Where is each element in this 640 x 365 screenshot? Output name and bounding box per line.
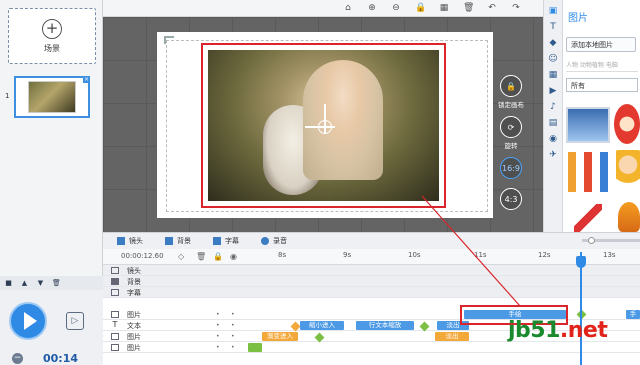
scene-thumbnail-image <box>28 81 76 113</box>
add-local-image-button[interactable]: 添加本地图片 <box>566 37 636 52</box>
home-icon[interactable]: ⌂ <box>343 3 353 13</box>
lock-canvas-button[interactable]: 🔒 <box>500 75 522 97</box>
asset-category-nav: ▣ T ◆ ☺ ▦ ▶ ♪ ▤ ◉ ✈ <box>543 0 562 232</box>
ratio-4-3-button[interactable]: 4:3 <box>500 188 522 210</box>
music-icon[interactable]: ♪ <box>547 102 559 112</box>
scene-toolbar: ■ ▲ ▼ 🗑 <box>0 276 103 290</box>
lock-canvas-label: 锁定画布 <box>498 101 524 109</box>
asset-monitor[interactable] <box>566 107 610 143</box>
background-icon <box>111 278 119 285</box>
close-icon[interactable]: × <box>83 76 90 83</box>
compass-icon[interactable]: ◉ <box>547 134 559 144</box>
subtitle-icon <box>111 289 119 296</box>
microphone-icon <box>261 237 269 245</box>
delete-scene-icon[interactable]: 🗑 <box>52 279 61 288</box>
image-icon <box>111 333 119 340</box>
time-tick: 9s <box>343 251 352 259</box>
add-scene-button[interactable]: + 场景 <box>8 8 96 64</box>
track-row-image[interactable]: 图片 • • <box>103 342 640 353</box>
time-tick: 10s <box>408 251 421 259</box>
scene-thumbnail[interactable]: × <box>14 76 90 118</box>
time-tick: 11s <box>474 251 487 259</box>
clip-line-text-zoom[interactable]: 行文本缩放 <box>356 321 414 330</box>
move-up-icon[interactable]: ▲ <box>20 279 29 288</box>
asset-character[interactable] <box>614 104 640 144</box>
text-icon[interactable]: T <box>547 22 559 32</box>
zoom-out-icon[interactable]: ⊖ <box>391 3 401 13</box>
clip-gradient-in[interactable]: 渐变进入 <box>262 332 298 341</box>
grid-icon[interactable]: ▦ <box>547 70 559 80</box>
play-button[interactable] <box>9 302 47 340</box>
zoom-in-icon[interactable]: ⊕ <box>367 3 377 13</box>
add-scene-label: 场景 <box>44 43 60 53</box>
asset-test-tubes[interactable] <box>568 152 608 192</box>
time-tick: 8s <box>278 251 287 259</box>
asset-cartoon-person[interactable] <box>616 150 640 192</box>
time-row: − 00:14 <box>0 351 103 365</box>
move-down-icon[interactable]: ▼ <box>36 279 45 288</box>
time-tick: 12s <box>538 251 551 259</box>
clip-zoom-in[interactable]: 缩小进入 <box>300 321 344 330</box>
tab-background[interactable]: 背景 <box>165 236 191 246</box>
people-icon[interactable]: ☺ <box>547 54 559 64</box>
timeline-tabs: 镜头 背景 字幕 录音 <box>103 232 640 249</box>
image-icon <box>111 311 119 318</box>
rotate-button[interactable]: ⟳ <box>500 116 522 138</box>
shape-icon[interactable]: ◆ <box>547 38 559 48</box>
playhead[interactable] <box>580 252 582 365</box>
asset-fox[interactable] <box>618 202 640 232</box>
zoom-out-icon[interactable]: − <box>12 352 23 364</box>
filter-select[interactable]: 所有 <box>566 78 638 92</box>
playhead-handle[interactable] <box>576 256 586 268</box>
clip-image-bar[interactable] <box>248 343 262 352</box>
tab-camera[interactable]: 镜头 <box>117 236 143 246</box>
keyframe-icon[interactable]: ◇ <box>178 252 184 261</box>
panel-title: 图片 <box>568 13 588 24</box>
background-icon <box>165 237 173 245</box>
video-icon[interactable]: ▶ <box>547 86 559 96</box>
chart-icon[interactable]: ▤ <box>547 118 559 128</box>
preview-scene-button[interactable]: ▷ <box>66 312 84 330</box>
time-tick: 13s <box>603 251 616 259</box>
rotation-handle[interactable] <box>318 120 332 134</box>
play-icon <box>23 312 37 330</box>
canvas-toolbar: ⌂ ⊕ ⊖ 🔒 ▦ 🗑 ↶ ↷ <box>103 0 543 17</box>
subtitle-icon <box>213 237 221 245</box>
plane-icon[interactable]: ✈ <box>547 150 559 160</box>
tab-record[interactable]: 录音 <box>261 236 287 246</box>
watermark: jb51.net <box>508 318 608 343</box>
search-input[interactable]: 人物 动物植物 电脑 <box>566 60 638 72</box>
clip-hand[interactable]: 手 <box>626 310 640 319</box>
current-time: 00:00:12.60 <box>121 252 164 260</box>
track-row-subtitle[interactable]: 字幕 <box>103 287 640 298</box>
image-icon <box>111 344 119 351</box>
tab-subtitle[interactable]: 字幕 <box>213 236 239 246</box>
redo-icon[interactable]: ↷ <box>511 3 521 13</box>
timeline-zoom-handle[interactable] <box>588 237 595 244</box>
delete-icon[interactable]: 🗑 <box>196 252 206 261</box>
plus-icon: + <box>42 18 62 39</box>
image-icon[interactable]: ▣ <box>547 6 559 16</box>
undo-icon[interactable]: ↶ <box>487 3 497 13</box>
scene-number: 1 <box>5 92 10 100</box>
text-icon: T <box>112 320 118 329</box>
lock-icon[interactable]: 🔒 <box>213 252 223 261</box>
delete-icon[interactable]: 🗑 <box>463 3 474 13</box>
camera-icon <box>111 267 119 274</box>
canvas-side-tools: 🔒 锁定画布 ⟳ 旋转 16:9 4:3 <box>495 75 527 210</box>
lock-icon[interactable]: 🔒 <box>415 3 426 13</box>
copy-scene-icon[interactable]: ■ <box>4 279 13 288</box>
girl-shape <box>303 60 383 180</box>
eye-icon[interactable]: ◉ <box>230 252 237 261</box>
camera-icon <box>117 237 125 245</box>
track-row-background[interactable]: 背景 <box>103 276 640 287</box>
grid-icon[interactable]: ▦ <box>439 3 449 13</box>
ratio-16-9-button[interactable]: 16:9 <box>500 157 522 179</box>
asset-pencil[interactable] <box>574 204 602 232</box>
rotate-label: 旋转 <box>504 142 518 150</box>
clip-fade-out[interactable]: 淡出 <box>435 332 469 341</box>
track-row-camera[interactable]: 镜头 <box>103 265 640 276</box>
total-time: 00:14 <box>43 351 79 365</box>
